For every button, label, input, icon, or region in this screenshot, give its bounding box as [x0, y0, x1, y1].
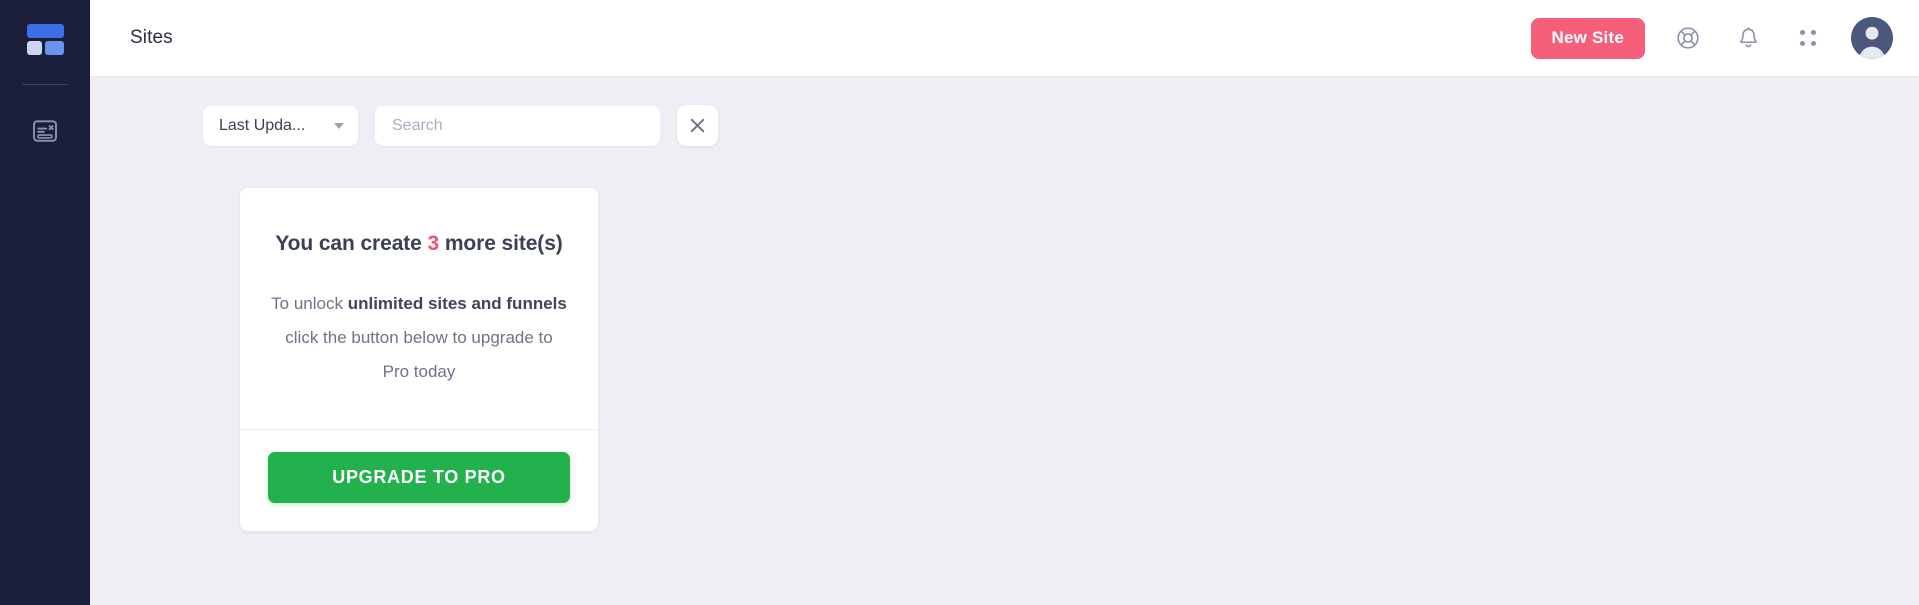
upgrade-card-heading: You can create 3 more site(s): [270, 230, 568, 257]
new-site-button[interactable]: New Site: [1530, 17, 1645, 59]
dot: [1811, 41, 1816, 46]
article-document-icon: [33, 120, 57, 142]
apps-menu-button[interactable]: [1791, 21, 1825, 55]
remaining-sites-count: 3: [427, 232, 440, 255]
dot: [1811, 30, 1816, 35]
logo-bottom-left-block: [27, 41, 42, 55]
heading-prefix: You can create: [275, 232, 428, 255]
clear-filters-button[interactable]: [677, 105, 718, 146]
app-logo[interactable]: [22, 18, 68, 62]
search-input[interactable]: [375, 105, 660, 146]
page-title: Sites: [130, 27, 173, 48]
header-actions: New Site: [1530, 17, 1893, 59]
content-area: Last Upda... You can create 3 more site(…: [90, 77, 1919, 605]
top-header: Sites New Site: [90, 0, 1919, 77]
upgrade-to-pro-button[interactable]: UPGRADE TO PRO: [268, 452, 570, 504]
app-root: Sites New Site Last Upda... Search You c…: [0, 0, 1919, 605]
avatar-person-icon: [1851, 17, 1893, 59]
sort-dropdown-label: Last Upda...: [219, 116, 306, 134]
cards-area: You can create 3 more site(s) To unlock …: [90, 188, 1919, 532]
heading-suffix: more site(s): [439, 232, 563, 255]
dashboard-grid-logo-icon: [27, 24, 64, 56]
notifications-button[interactable]: [1731, 21, 1765, 55]
user-avatar[interactable]: [1851, 17, 1893, 59]
upgrade-card-body: You can create 3 more site(s) To unlock …: [240, 188, 598, 431]
description-bold: unlimited sites and funnels: [347, 294, 567, 314]
sidebar-divider: [22, 84, 68, 85]
logo-top-block: [27, 24, 64, 38]
lifebuoy-support-icon: [1677, 27, 1699, 49]
support-button[interactable]: [1671, 21, 1705, 55]
logo-bottom-right-block: [45, 41, 64, 55]
sort-dropdown[interactable]: Last Upda...: [203, 105, 358, 146]
chevron-down-icon: [334, 122, 344, 129]
upgrade-card-footer: UPGRADE TO PRO: [240, 430, 598, 531]
main-column: Sites New Site Last Upda... Search You c…: [90, 0, 1919, 605]
upgrade-card-description: To unlock unlimited sites and funnels cl…: [270, 287, 568, 389]
description-part-2: click the button below to upgrade to Pro…: [285, 328, 553, 382]
dot: [1800, 41, 1805, 46]
dot: [1800, 30, 1805, 35]
sidebar: [0, 0, 90, 605]
filter-toolbar: Last Upda...: [90, 105, 1919, 146]
close-x-icon: [690, 118, 705, 133]
sidebar-item-pages[interactable]: [21, 107, 69, 155]
apps-dots-grid-icon: [1800, 30, 1817, 47]
upgrade-card: You can create 3 more site(s) To unlock …: [240, 188, 598, 532]
description-part-1: To unlock: [271, 294, 348, 314]
bell-notification-icon: [1739, 26, 1757, 47]
